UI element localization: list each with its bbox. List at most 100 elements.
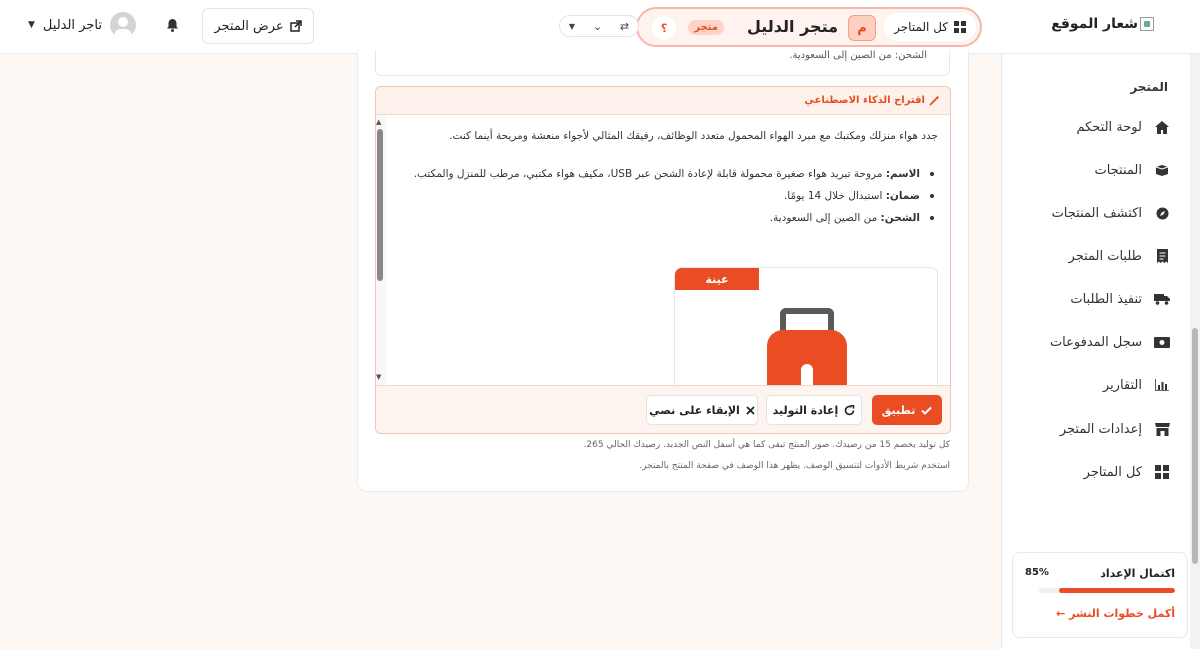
site-logo[interactable]: شعار الموقع	[1051, 16, 1154, 32]
ai-intro-paragraph: جدد هواء منزلك ومكتبك مع مبرد الهواء الم…	[449, 130, 938, 142]
description-editor-card: الشحن: من الصين إلى السعودية. اقتراح الذ…	[357, 50, 969, 492]
scroll-down-arrow-icon[interactable]: ▼	[376, 373, 381, 381]
sidebar-item-label: طلبات المتجر	[1068, 248, 1142, 264]
sidebar-scrollbar-thumb[interactable]	[1192, 328, 1198, 564]
sample-product-image: عينة	[674, 267, 938, 397]
all-stores-button[interactable]: كل المتاجر	[884, 13, 976, 41]
check-icon	[921, 406, 933, 415]
chevron-down-icon: ⌄	[592, 19, 603, 33]
ai-suggestion-title: اقتراح الذكاء الاصطناعي	[804, 95, 940, 106]
ai-suggestion-panel: اقتراح الذكاء الاصطناعي جدد هواء منزلك و…	[375, 86, 951, 434]
store-type-badge: متجر	[688, 20, 724, 35]
bullet-value: استبدال خلال 14 يومًا.	[783, 190, 886, 202]
list-item: ضمان: استبدال خلال 14 يومًا.	[398, 185, 938, 207]
bullet-key: الاسم:	[885, 168, 920, 180]
list-item: الشحن: من الصين إلى السعودية.	[398, 207, 938, 229]
sidebar-item-dashboard[interactable]: لوحة التحكم	[1010, 116, 1170, 138]
sidebar-item-payments[interactable]: سجل المدفوعات	[1010, 331, 1170, 353]
sidebar-scrollbar[interactable]	[1190, 54, 1200, 649]
sidebar-item-label: سجل المدفوعات	[1049, 334, 1142, 350]
box-icon	[1154, 162, 1170, 178]
ai-content-scrollbar[interactable]: ▲ ▼	[376, 115, 386, 385]
close-icon	[746, 405, 755, 415]
keep-my-text-label: الإبقاء على نصي	[649, 403, 740, 417]
previous-description-text: الشحن: من الصين إلى السعودية.	[789, 50, 927, 61]
ai-suggestion-content[interactable]: جدد هواء منزلك ومكتبك مع مبرد الهواء الم…	[376, 115, 950, 397]
user-name: تاجر الدليل	[42, 17, 102, 33]
ai-suggestion-actions: تطبيق إعادة التوليد الإبقاء على نصي	[376, 385, 950, 433]
sidebar-item-products[interactable]: المنتجات	[1010, 159, 1170, 181]
regenerate-label: إعادة التوليد	[772, 403, 839, 417]
bullet-key: ضمان:	[885, 190, 920, 202]
sidebar-item-label: كل المتاجر	[1083, 464, 1142, 480]
store-avatar: م	[848, 15, 876, 41]
view-store-button[interactable]: عرض المتجر	[202, 8, 314, 44]
complete-publish-steps-link[interactable]: أكمل خطوات النشر ←	[1056, 607, 1175, 620]
compass-icon	[1154, 205, 1170, 221]
logo-text: شعار الموقع	[1051, 16, 1138, 32]
sidebar-item-label: إعدادات المتجر	[1059, 421, 1142, 437]
user-menu[interactable]: تاجر الدليل ▼	[28, 12, 136, 38]
setup-progress-card: اكتمال الإعداد 85% أكمل خطوات النشر ←	[1012, 552, 1188, 638]
bell-icon	[167, 19, 178, 32]
sidebar-item-orders[interactable]: طلبات المتجر	[1010, 245, 1170, 267]
sidebar-item-store-settings[interactable]: إعدادات المتجر	[1010, 418, 1170, 440]
help-button[interactable]: ؟	[652, 16, 676, 40]
refresh-icon	[845, 404, 855, 415]
ai-content-scrollbar-thumb[interactable]	[377, 129, 383, 281]
previous-description-box[interactable]: الشحن: من الصين إلى السعودية.	[375, 50, 950, 76]
sidebar-item-fulfillment[interactable]: تنفيذ الطلبات	[1010, 288, 1170, 310]
ai-suggestion-header: اقتراح الذكاء الاصطناعي	[376, 87, 950, 115]
caret-down-icon: ▼	[28, 20, 35, 30]
keep-my-text-button[interactable]: الإبقاء على نصي	[646, 395, 758, 425]
external-link-icon	[289, 20, 302, 32]
bullet-key: الشحن:	[880, 212, 920, 224]
ai-bullet-list: الاسم: مروحة تبريد هواء صغيرة محمولة قاب…	[398, 163, 938, 229]
bullet-value: من الصين إلى السعودية.	[769, 212, 881, 224]
magic-wand-icon	[929, 95, 940, 106]
sidebar-item-label: المنتجات	[1094, 162, 1142, 178]
sidebar-section-title: المتجر	[1130, 80, 1168, 94]
grid-icon	[1154, 464, 1170, 480]
setup-progress-bar	[1039, 588, 1175, 593]
swap-icon: ⇄	[619, 19, 630, 33]
toolbar-usage-note: استخدم شريط الأدوات لتنسيق الوصف. يظهر ه…	[639, 461, 950, 471]
grid-icon	[954, 21, 966, 33]
bullet-value: مروحة تبريد هواء صغيرة محمولة قابلة لإعا…	[413, 168, 886, 180]
setup-progress-title: اكتمال الإعداد	[1100, 567, 1175, 580]
setup-progress-percent: 85%	[1025, 567, 1049, 578]
top-bar: شعار الموقع كل المتاجر م متجر الدليل متج…	[0, 0, 1200, 54]
setup-progress-fill	[1059, 588, 1175, 593]
sidebar-item-reports[interactable]: التقارير	[1010, 374, 1170, 396]
apply-label: تطبيق	[881, 403, 916, 417]
sidebar-item-label: اكتشف المنتجات	[1051, 205, 1142, 221]
store-name[interactable]: متجر الدليل	[747, 17, 838, 36]
view-store-label: عرض المتجر	[214, 18, 284, 34]
sidebar-item-label: لوحة التحكم	[1076, 119, 1142, 135]
store-switcher: كل المتاجر م متجر الدليل متجر ؟	[636, 7, 982, 47]
broken-image-icon	[1140, 17, 1154, 31]
regenerate-button[interactable]: إعادة التوليد	[766, 395, 862, 425]
truck-icon	[1154, 291, 1170, 307]
scroll-up-arrow-icon[interactable]: ▲	[376, 118, 381, 126]
notifications-button[interactable]	[166, 18, 179, 36]
chart-icon	[1154, 377, 1170, 393]
sidebar-item-all-stores[interactable]: كل المتاجر	[1010, 461, 1170, 483]
sidebar-item-discover[interactable]: اكتشف المنتجات	[1010, 202, 1170, 224]
user-avatar	[109, 12, 136, 38]
money-icon	[1154, 334, 1170, 350]
switch-dropdown[interactable]: ⇄ ⌄ ▼	[559, 15, 639, 37]
sample-tag: عينة	[675, 268, 759, 290]
receipt-icon	[1154, 248, 1170, 264]
sidebar: المتجر لوحة التحكم المنتجات اكتشف المنتج…	[1001, 54, 1200, 649]
list-item: الاسم: مروحة تبريد هواء صغيرة محمولة قاب…	[398, 163, 938, 185]
sidebar-item-label: التقارير	[1102, 377, 1142, 393]
apply-button[interactable]: تطبيق	[872, 395, 942, 425]
store-icon	[1154, 421, 1170, 437]
sidebar-item-label: تنفيذ الطلبات	[1070, 291, 1142, 307]
credit-usage-note: كل توليد يخصم 15 من رصيدك. صور المنتج تب…	[583, 440, 950, 450]
home-icon	[1154, 119, 1170, 135]
ai-suggestion-title-text: اقتراح الذكاء الاصطناعي	[804, 95, 925, 106]
caret-down-icon: ▼	[568, 21, 576, 31]
all-stores-label: كل المتاجر	[894, 20, 948, 34]
